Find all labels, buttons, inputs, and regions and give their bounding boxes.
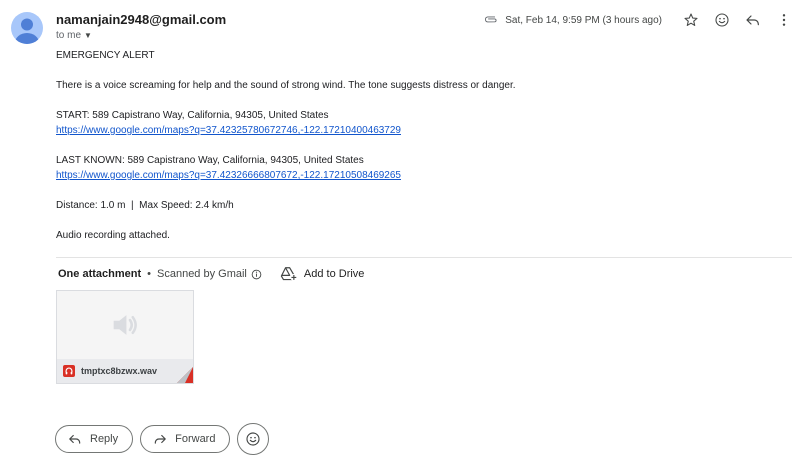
more-options-button[interactable] — [772, 8, 796, 32]
attachments-divider — [56, 257, 792, 258]
audio-note: Audio recording attached. — [56, 230, 170, 241]
audio-file-icon — [63, 365, 75, 377]
attachments-header: One attachment • Scanned by Gmail Add to… — [58, 266, 364, 282]
sender-email[interactable]: namanjain2948@gmail.com — [56, 12, 226, 27]
attachment-filename: tmptxc8bzwx.wav — [81, 366, 158, 376]
sender-avatar[interactable] — [11, 12, 43, 44]
alert-description: There is a voice screaming for help and … — [56, 80, 516, 91]
smiley-icon — [715, 13, 729, 27]
message-header-actions: Sat, Feb 14, 9:59 PM (3 hours ago) — [485, 8, 796, 32]
speaker-icon — [113, 315, 137, 335]
more-vert-icon — [782, 14, 786, 26]
separator-dot: • — [147, 268, 151, 280]
reply-button[interactable]: Reply — [55, 425, 134, 453]
last-location-text: LAST KNOWN: 589 Capistrano Way, Californ… — [56, 155, 364, 166]
message-body: EMERGENCY ALERT There is a voice screami… — [56, 48, 776, 243]
attachments-title: One attachment — [58, 268, 142, 280]
info-icon[interactable] — [251, 269, 262, 280]
message-date: Sat, Feb 14, 9:59 PM (3 hours ago) — [505, 14, 662, 26]
smiley-icon — [246, 432, 261, 446]
reply-arrow-icon — [68, 432, 82, 446]
file-corner-fold — [177, 367, 193, 383]
distance-speed-stats: Distance: 1.0 m | Max Speed: 2.4 km/h — [56, 200, 234, 211]
alert-heading: EMERGENCY ALERT — [56, 50, 155, 61]
caret-down-icon: ▼ — [84, 31, 92, 40]
reply-arrow-icon — [746, 15, 759, 26]
add-to-drive-label: Add to Drive — [303, 268, 365, 280]
start-location-text: START: 589 Capistrano Way, California, 9… — [56, 110, 329, 121]
star-icon — [684, 13, 698, 26]
date-info: Sat, Feb 14, 9:59 PM (3 hours ago) — [485, 12, 662, 29]
start-location-link[interactable]: https://www.google.com/maps?q=37.4232578… — [56, 125, 401, 136]
reply-icon-button[interactable] — [741, 8, 765, 32]
star-button[interactable] — [679, 8, 703, 32]
attachment-preview — [57, 291, 193, 359]
paperclip-icon — [485, 12, 499, 29]
last-location-link[interactable]: https://www.google.com/maps?q=37.4232666… — [56, 170, 401, 181]
person-icon — [15, 18, 39, 44]
forward-button[interactable]: Forward — [140, 425, 231, 453]
add-to-drive-button[interactable]: Add to Drive — [280, 266, 365, 282]
forward-label: Forward — [175, 433, 216, 445]
add-reaction-button[interactable] — [710, 8, 734, 32]
attachment-card[interactable]: tmptxc8bzwx.wav — [56, 290, 194, 384]
drive-add-icon — [280, 266, 298, 282]
scanned-label: Scanned by Gmail — [157, 268, 247, 280]
recipient-dropdown[interactable]: to me ▼ — [56, 30, 92, 41]
forward-arrow-icon — [153, 432, 167, 446]
emoji-reaction-button[interactable] — [237, 423, 270, 455]
reply-actions: Reply Forward — [55, 423, 270, 455]
recipient-label: to me — [56, 30, 82, 41]
reply-label: Reply — [90, 433, 119, 445]
